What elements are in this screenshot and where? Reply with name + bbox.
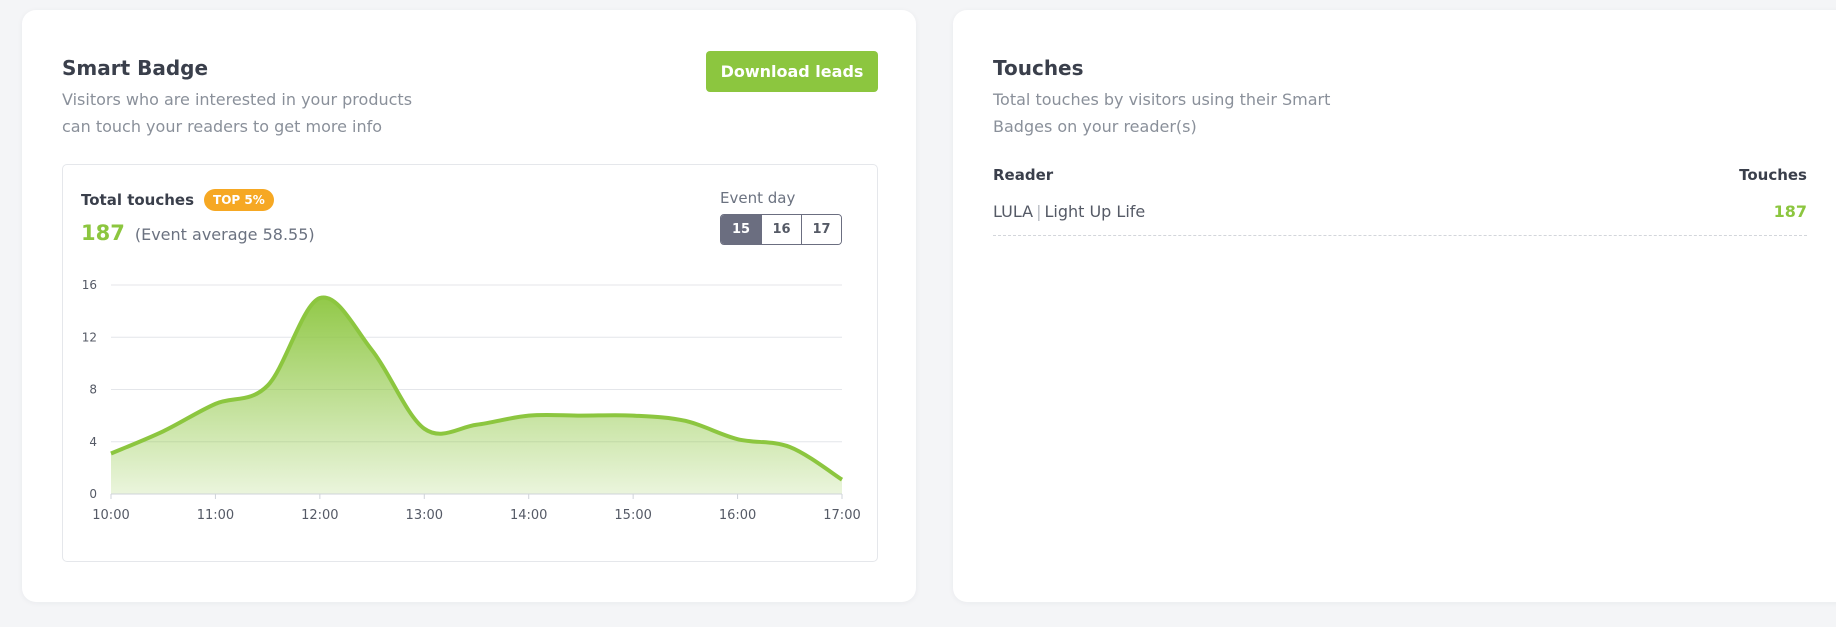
y-tick-label: 16 — [82, 278, 97, 292]
x-tick-label: 13:00 — [406, 508, 443, 523]
reader-name-part-2: Light Up Life — [1044, 202, 1146, 221]
x-tick-label: 12:00 — [301, 508, 338, 523]
x-tick-label: 17:00 — [823, 508, 860, 523]
touches-chart-panel: Total touches TOP 5% 187 (Event average … — [62, 164, 878, 562]
touches-subtitle: Total touches by visitors using their Sm… — [993, 86, 1353, 140]
reader-name: LULA | Light Up Life — [993, 202, 1145, 235]
reader-column-header: Reader — [993, 166, 1054, 184]
touches-column-header: Touches — [1739, 166, 1807, 184]
touches-subtitle-line-2: Badges on your reader(s) — [993, 117, 1197, 136]
y-tick-label: 8 — [89, 383, 97, 397]
smart-badge-subtitle-line-1: Visitors who are interested in your prod… — [62, 90, 413, 109]
x-tick-label: 14:00 — [510, 508, 547, 523]
smart-badge-title: Smart Badge — [62, 56, 209, 80]
smart-badge-card: Smart Badge Visitors who are interested … — [22, 10, 916, 602]
x-tick-label: 11:00 — [197, 508, 234, 523]
y-tick-label: 12 — [82, 330, 97, 344]
area-fill — [111, 297, 842, 494]
y-tick-label: 0 — [89, 487, 97, 501]
x-tick-label: 16:00 — [719, 508, 756, 523]
reader-name-separator: | — [1036, 202, 1042, 221]
table-row: LULA | Light Up Life 187 — [993, 202, 1807, 236]
touches-subtitle-line-1: Total touches by visitors using their Sm… — [993, 90, 1331, 109]
touches-area-chart: 0 4 8 12 16 10:00 11:00 12:00 13:00 14:00 15:00 16:… — [82, 278, 861, 523]
touches-title: Touches — [993, 56, 1084, 80]
reader-name-part-1: LULA — [993, 202, 1034, 221]
smart-badge-subtitle-line-2: can touch your readers to get more info — [62, 117, 383, 136]
download-leads-button[interactable]: Download leads — [706, 51, 878, 92]
touches-table-header: Reader Touches — [993, 166, 1807, 184]
reader-touch-count: 187 — [1773, 202, 1807, 221]
touches-card: Touches Total touches by visitors using … — [953, 10, 1836, 602]
x-tick-label: 10:00 — [92, 508, 129, 523]
x-tick-label: 15:00 — [614, 508, 651, 523]
y-tick-label: 4 — [89, 435, 97, 449]
smart-badge-subtitle: Visitors who are interested in your prod… — [62, 86, 442, 140]
